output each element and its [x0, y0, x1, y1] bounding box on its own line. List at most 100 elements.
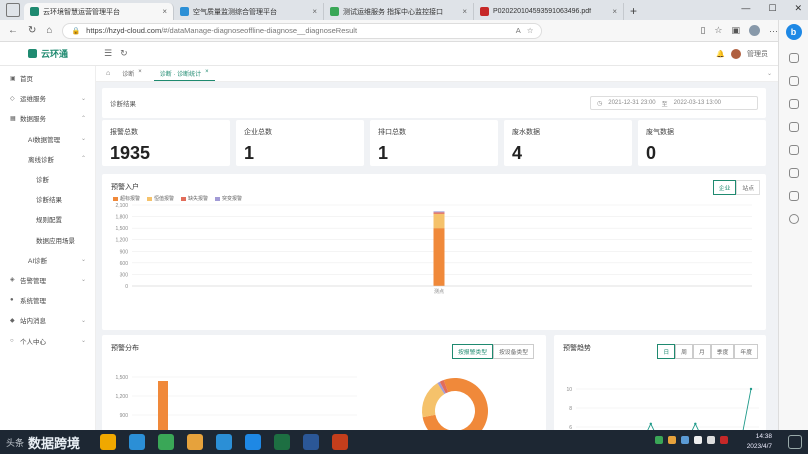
sidebar-item[interactable]: ○ 个人中心 ⌄ [0, 330, 95, 350]
stat-value: 1 [378, 143, 389, 163]
taskbar-app-icon[interactable] [332, 434, 348, 450]
y-tick-label: 1,200 [115, 238, 128, 244]
taskbar-app-icon[interactable] [245, 434, 261, 450]
sidebar-item[interactable]: 数据应用场景 [0, 230, 95, 250]
y-tick-label: 0 [125, 284, 128, 290]
content-tab-stats[interactable]: 诊断 · 诊断统计 × [153, 67, 215, 81]
lock-icon[interactable]: 🔒 [71, 27, 80, 35]
trend-line-chart: 1086 [566, 387, 759, 431]
sidebar-item[interactable]: ▦ 数据服务 ⌃ [0, 108, 95, 128]
clock-icon: ◷ [597, 100, 603, 107]
profile-avatar[interactable] [749, 25, 760, 36]
taskbar-app-icon[interactable] [129, 434, 145, 450]
filter-bar: 诊断结果 ◷ 2021-12-31 23:00 至 2022-03-13 13:… [102, 88, 766, 118]
plus-icon[interactable] [788, 214, 799, 224]
maximize-button[interactable]: ☐ [768, 3, 776, 14]
sidebar-item[interactable]: ◈ 告警管理 ⌄ [0, 270, 95, 290]
drop-icon[interactable] [788, 191, 799, 201]
taskbar-app-icon[interactable] [216, 434, 232, 450]
sidebar-item[interactable]: 诊断结果 [0, 189, 95, 209]
sidebar-item-label: 数据应用场景 [36, 237, 75, 245]
sidebar-item[interactable]: 规则配置 [0, 209, 95, 229]
read-aloud-icon[interactable]: A [516, 26, 521, 35]
browser-tab[interactable]: P020220104593591063496.pdf × [474, 3, 624, 20]
bluetooth-tray-icon[interactable] [681, 436, 689, 444]
shield-tray-icon[interactable] [668, 436, 676, 444]
taskbar: 头条 数据跨境 14:38 2023/4/7 [0, 430, 808, 454]
content-tab-diagnose[interactable]: 诊断 × [116, 67, 148, 80]
sidebar-item[interactable]: ▣ 首页 [0, 68, 95, 88]
tab-favicon [180, 7, 189, 16]
briefcase-icon[interactable] [788, 76, 799, 86]
taskbar-app-icon[interactable] [187, 434, 203, 450]
taskbar-app-icon[interactable] [274, 434, 290, 450]
sidebar-item[interactable]: 离线诊断 ⌃ [0, 149, 95, 169]
workspace-icon[interactable] [6, 3, 20, 17]
person-icon[interactable] [788, 99, 799, 109]
games-icon[interactable] [788, 122, 799, 132]
home-icon[interactable]: ⌂ [46, 25, 52, 36]
sidebar-item[interactable]: 诊断 [0, 169, 95, 189]
bar-segment [433, 228, 445, 286]
wifi-tray-icon[interactable] [694, 436, 702, 444]
wechat-tray-icon[interactable] [655, 436, 663, 444]
tab-close-icon[interactable]: × [462, 7, 467, 16]
home-tab-icon[interactable]: ⌂ [106, 70, 110, 77]
collections-icon[interactable]: ▣ [731, 25, 740, 36]
sidebar-item[interactable]: AI数据管理 ⌄ [0, 129, 95, 149]
app-tray-icon[interactable] [720, 436, 728, 444]
more-menu-icon[interactable]: ··· [769, 26, 778, 36]
browser-tab[interactable]: 云环境智慧运营管理平台 × [24, 3, 174, 20]
alarm-icon: ◈ [10, 277, 15, 284]
y-tick-label: 1,200 [115, 394, 128, 400]
sidebar-item[interactable]: ◆ 站内消息 ⌄ [0, 310, 95, 330]
reload-icon[interactable]: ↻ [120, 48, 128, 59]
sidebar-item[interactable]: ● 系统管理 [0, 290, 95, 310]
taskbar-app-icon[interactable] [303, 434, 319, 450]
new-tab-button[interactable]: + [624, 4, 643, 20]
app-logo[interactable]: 云环通 [0, 42, 96, 66]
favorite-star-icon[interactable]: ☆ [527, 26, 534, 35]
favorites-icon[interactable]: ☆ [714, 25, 722, 36]
y-tick-label: 1,500 [115, 375, 128, 381]
bell-icon[interactable]: 🔔 [716, 50, 725, 58]
tag-icon[interactable] [788, 53, 799, 63]
bing-icon[interactable]: b [785, 24, 802, 40]
date-separator: 至 [661, 101, 668, 108]
sidebar-item-label: 运维服务 [20, 96, 46, 104]
system-clock[interactable]: 14:38 2023/4/7 [747, 432, 772, 452]
stat-card-exhaust: 废气数据 0 [638, 120, 766, 166]
close-window-button[interactable]: ✕ [794, 3, 802, 14]
sidebar-item[interactable]: ◇ 运维服务 ⌄ [0, 88, 95, 108]
taskbar-app-icon[interactable] [100, 434, 116, 450]
tab-favicon [330, 7, 339, 16]
url-bar[interactable]: 🔒 https://hzyd-cloud.com/#/dataManage-di… [62, 22, 543, 39]
tabs-dropdown-icon[interactable]: ⌄ [767, 70, 772, 77]
tab-close-icon[interactable]: × [138, 69, 142, 78]
browser-tab[interactable]: 测试运维服务 指挥中心监控接口 × [324, 3, 474, 20]
notification-icon[interactable] [788, 435, 802, 449]
sidebar-item[interactable]: AI诊断 ⌄ [0, 250, 95, 270]
tab-close-icon[interactable]: × [612, 7, 617, 16]
volume-tray-icon[interactable] [707, 436, 715, 444]
stat-card-outlets: 排口总数 1 [370, 120, 498, 166]
outlook-icon[interactable] [788, 168, 799, 178]
back-icon[interactable]: ← [8, 25, 18, 36]
minimize-button[interactable]: — [741, 3, 750, 14]
tab-close-icon[interactable]: × [312, 7, 317, 16]
url-host: https://hzyd-cloud.com [86, 26, 162, 35]
tab-favicon [30, 7, 39, 16]
taskbar-app-icon[interactable] [158, 434, 174, 450]
office-icon[interactable] [788, 145, 799, 155]
refresh-icon[interactable]: ↻ [28, 25, 36, 36]
tab-close-icon[interactable]: × [205, 69, 209, 78]
user-name[interactable]: 管理员 [747, 49, 768, 59]
user-avatar[interactable] [731, 48, 741, 59]
browser-tab[interactable]: 空气质量监测综合管理平台 × [174, 3, 324, 20]
sidebar-item-label: 数据服务 [20, 116, 46, 124]
menu-toggle-icon[interactable]: ☰ [104, 48, 112, 59]
y-tick-label: 900 [120, 413, 129, 419]
split-screen-icon[interactable]: ▯ [700, 25, 705, 36]
date-range-picker[interactable]: ◷ 2021-12-31 23:00 至 2022-03-13 13:00 [590, 96, 758, 110]
tab-close-icon[interactable]: × [162, 7, 167, 16]
